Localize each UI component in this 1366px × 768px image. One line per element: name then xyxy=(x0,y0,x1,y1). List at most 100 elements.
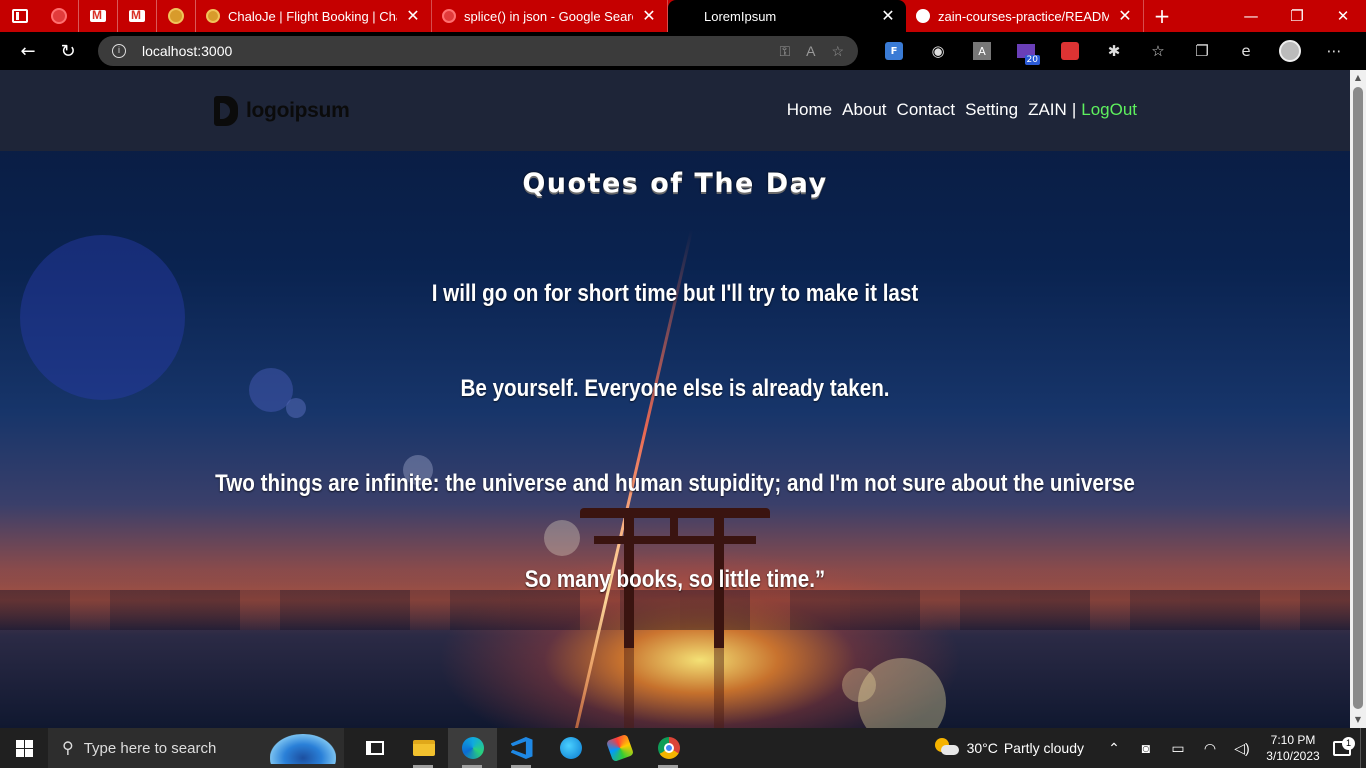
taskbar-app-colorful[interactable] xyxy=(595,728,644,768)
site-info-icon[interactable]: i xyxy=(112,44,126,58)
settings-more-button[interactable]: ⋯ xyxy=(1312,32,1356,70)
collections-icon: ❐ xyxy=(1195,42,1209,60)
tab-title: ChaloJe | Flight Booking | ChaloJe xyxy=(228,8,397,24)
nav-link-about[interactable]: About xyxy=(842,100,886,120)
tab-title: LoremIpsum xyxy=(704,8,777,24)
scroll-up-arrow-icon[interactable]: ▲ xyxy=(1350,70,1366,86)
quote-3: Two things are infinite: the universe an… xyxy=(215,470,1135,497)
chrome-icon xyxy=(657,737,680,759)
notification-count: 1 xyxy=(1342,736,1355,750)
browser-toolbar: ← ↻ i localhost:3000 ⚿ A ☆ F ◉ A 20 ✱ ☆ … xyxy=(0,32,1366,70)
pinned-tab-1[interactable] xyxy=(40,0,79,32)
back-button[interactable]: ← xyxy=(8,32,48,70)
page-scrollbar[interactable]: ▲ ▼ xyxy=(1350,70,1366,728)
nav-link-contact[interactable]: Contact xyxy=(897,100,956,120)
taskbar-file-explorer[interactable] xyxy=(399,728,448,768)
meet-now-icon[interactable]: ◙ xyxy=(1130,740,1162,756)
pinned-tab-gmail-2[interactable] xyxy=(118,0,157,32)
site-navbar: logoipsum Home About Contact Setting ZAI… xyxy=(0,70,1350,151)
pinned-tab-gmail-1[interactable] xyxy=(79,0,118,32)
show-desktop-button[interactable] xyxy=(1360,728,1366,768)
site-logo[interactable]: logoipsum xyxy=(214,96,350,126)
tab-actions-button[interactable] xyxy=(0,0,40,32)
tab-title: zain-courses-practice/README.md xyxy=(938,8,1109,24)
nav-username: ZAIN xyxy=(1028,100,1067,119)
search-placeholder: Type here to search xyxy=(83,739,217,757)
record-icon: ◉ xyxy=(931,42,945,60)
close-tab-icon[interactable]: ✕ xyxy=(641,6,657,26)
read-aloud-icon[interactable]: A xyxy=(806,43,815,59)
add-favorite-icon[interactable]: ☆ xyxy=(831,43,844,60)
scroll-down-arrow-icon[interactable]: ▼ xyxy=(1350,712,1366,728)
start-button[interactable] xyxy=(0,728,48,768)
bokeh-circle xyxy=(842,668,876,702)
tab-chaloje[interactable]: ChaloJe | Flight Booking | ChaloJe ✕ xyxy=(196,0,432,32)
scroll-thumb[interactable] xyxy=(1353,87,1363,709)
favorites-button[interactable]: ☆ xyxy=(1136,32,1180,70)
taskbar-app-blue[interactable] xyxy=(546,728,595,768)
tab-github-readme[interactable]: zain-courses-practice/README.md ✕ xyxy=(906,0,1144,32)
volume-icon[interactable]: ◁) xyxy=(1226,740,1258,757)
refresh-icon: ↻ xyxy=(60,40,76,62)
reflection-post xyxy=(624,648,634,728)
collections-button[interactable]: ❐ xyxy=(1180,32,1224,70)
battery-icon[interactable]: ▭ xyxy=(1162,740,1194,757)
weather-condition[interactable]: Partly cloudy xyxy=(1004,740,1084,756)
task-view-icon xyxy=(365,741,384,755)
url-text[interactable]: localhost:3000 xyxy=(142,43,763,59)
nav-separator: | xyxy=(1071,100,1077,119)
tab-google-search[interactable]: splice() in json - Google Search ✕ xyxy=(432,0,668,32)
nav-link-logout[interactable]: LogOut xyxy=(1081,100,1137,120)
torii-center-strut xyxy=(670,518,678,538)
minimize-icon[interactable]: — xyxy=(1228,7,1274,25)
edge-bar-button[interactable]: e xyxy=(1224,32,1268,70)
notification-center-button[interactable]: 1 xyxy=(1324,736,1360,756)
extension-a-icon: A xyxy=(973,42,991,60)
profile-button[interactable] xyxy=(1268,32,1312,70)
wifi-icon[interactable]: ◠ xyxy=(1194,740,1226,757)
vscode-icon xyxy=(510,737,533,759)
close-window-icon[interactable]: ✕ xyxy=(1320,7,1366,25)
extension-a[interactable]: A xyxy=(960,32,1004,70)
refresh-button[interactable]: ↻ xyxy=(48,32,88,70)
taskbar-edge[interactable] xyxy=(448,728,497,768)
nav-link-setting[interactable]: Setting xyxy=(965,100,1018,120)
puzzle-icon: ✱ xyxy=(1107,42,1121,60)
extensions-button[interactable]: ✱ xyxy=(1092,32,1136,70)
search-icon: ⚲ xyxy=(62,740,74,757)
chaloje-favicon-icon xyxy=(206,9,220,23)
taskbar-chrome[interactable] xyxy=(644,728,693,768)
address-bar[interactable]: i localhost:3000 ⚿ A ☆ xyxy=(98,36,858,66)
extension-cap[interactable]: 20 xyxy=(1004,32,1048,70)
favorites-icon: ☆ xyxy=(1151,42,1165,60)
pinned-tab-coin[interactable] xyxy=(157,0,196,32)
new-tab-button[interactable]: + xyxy=(1144,4,1180,28)
quote-1: I will go on for short time but I'll try… xyxy=(431,280,919,307)
restore-icon[interactable]: ❐ xyxy=(1274,7,1320,25)
nav-links: Home About Contact Setting ZAIN | LogOut xyxy=(777,100,1137,120)
site-favicon-icon xyxy=(51,8,67,24)
taskbar-search[interactable]: ⚲ Type here to search xyxy=(48,728,344,768)
extension-f[interactable]: F xyxy=(872,32,916,70)
gmail-icon xyxy=(90,8,106,22)
tab-title: splice() in json - Google Search xyxy=(464,8,633,24)
taskbar-vscode[interactable] xyxy=(497,728,546,768)
close-tab-icon[interactable]: ✕ xyxy=(405,6,421,26)
task-view-button[interactable] xyxy=(350,728,399,768)
weather-temperature[interactable]: 30°C xyxy=(967,740,998,756)
clock[interactable]: 7:10 PM 3/10/2023 xyxy=(1262,732,1324,764)
search-highlight-image xyxy=(270,734,336,764)
close-tab-icon[interactable]: ✕ xyxy=(1117,6,1133,26)
extension-f-icon: F xyxy=(885,42,903,60)
extension-record[interactable]: ◉ xyxy=(916,32,960,70)
key-icon[interactable]: ⚿ xyxy=(779,43,790,60)
tab-loremipsum[interactable]: LoremIpsum ✕ xyxy=(668,0,906,32)
coin-favicon-icon xyxy=(168,8,184,24)
close-tab-icon[interactable]: ✕ xyxy=(880,6,896,26)
extension-g[interactable] xyxy=(1048,32,1092,70)
tab-actions-icon xyxy=(12,9,28,23)
quote-4: So many books, so little time.” xyxy=(524,566,826,593)
nav-link-home[interactable]: Home xyxy=(787,100,832,120)
partly-cloudy-icon[interactable] xyxy=(934,738,959,758)
chevron-up-icon[interactable]: ⌃ xyxy=(1098,740,1130,757)
